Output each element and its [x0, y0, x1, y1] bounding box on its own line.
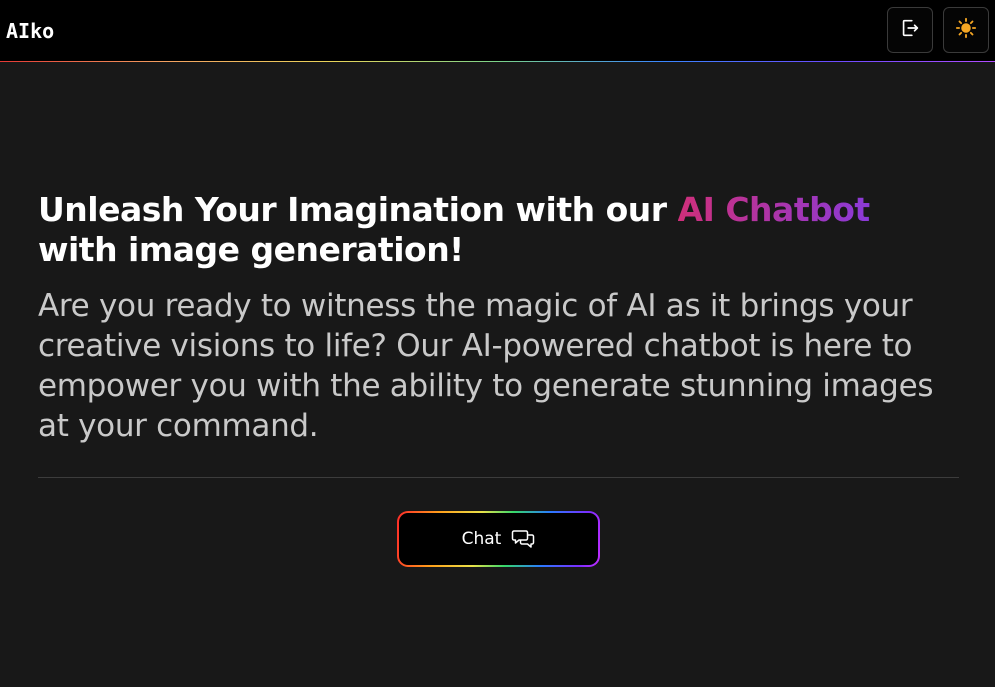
hero-title-start: Unleash Your Imagination with our	[38, 190, 678, 229]
sun-icon	[955, 17, 977, 44]
logout-button[interactable]	[887, 7, 933, 53]
hero-subtitle: Are you ready to witness the magic of AI…	[38, 288, 934, 444]
top-bar: AIko	[0, 0, 995, 62]
header-gradient-divider	[0, 61, 995, 62]
hero-title: Unleash Your Imagination with our AI Cha…	[38, 190, 958, 270]
chat-button-label: Chat	[461, 529, 502, 549]
logout-icon	[899, 17, 921, 44]
brand-logo[interactable]: AIko	[6, 19, 54, 43]
theme-toggle-button[interactable]	[943, 7, 989, 53]
chat-button[interactable]: Chat	[399, 513, 598, 565]
chat-bubbles-icon	[511, 528, 535, 550]
hero-title-accent: AI Chatbot	[677, 190, 871, 229]
hero-title-end: with image generation!	[38, 230, 464, 269]
chat-button-border: Chat	[397, 511, 600, 567]
content-divider	[38, 477, 959, 478]
